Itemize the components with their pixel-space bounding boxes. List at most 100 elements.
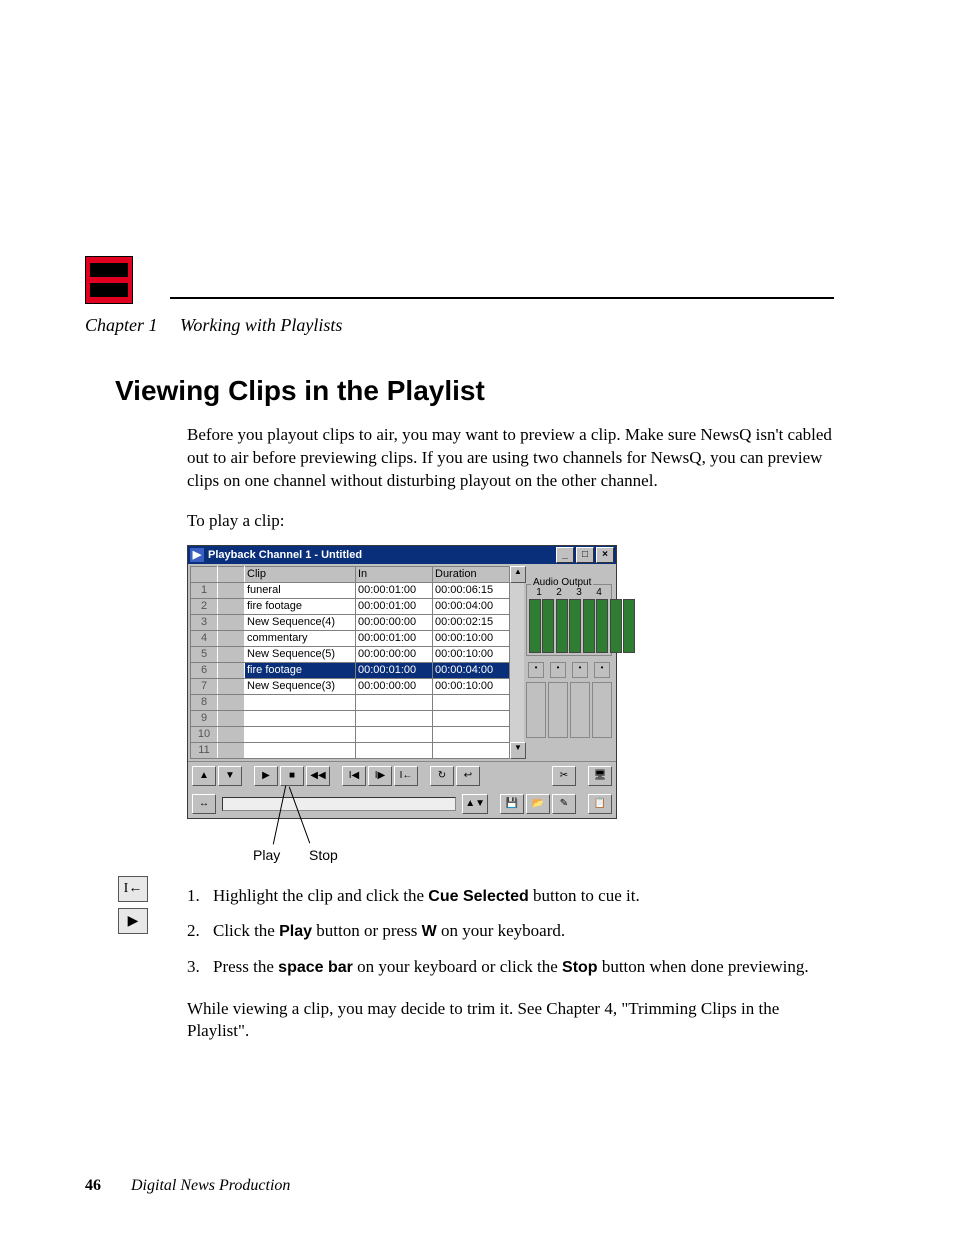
rewind-button[interactable]: ◀◀ (306, 766, 330, 786)
eq-button-3[interactable]: • (572, 662, 588, 678)
cell-dur[interactable] (433, 726, 510, 742)
cell-clip[interactable]: fire footage (245, 662, 356, 678)
cue-prev-button[interactable]: I◀ (342, 766, 366, 786)
eq-button-2[interactable]: • (550, 662, 566, 678)
cell-clip[interactable] (245, 726, 356, 742)
app-icon: ▶ (190, 548, 204, 562)
col-in[interactable]: In (356, 566, 433, 582)
cell-clip[interactable]: New Sequence(5) (245, 646, 356, 662)
table-row[interactable]: 4commentary00:00:01:0000:00:10:00 (191, 630, 510, 646)
cut-button[interactable]: ✂ (552, 766, 576, 786)
monitor-button[interactable]: 🖥 (588, 766, 612, 786)
cell-dur[interactable]: 00:00:10:00 (433, 646, 510, 662)
row-status (218, 598, 245, 614)
open-button[interactable]: 📂 (526, 794, 550, 814)
eq-button-1[interactable]: • (528, 662, 544, 678)
table-row[interactable]: 2fire footage00:00:01:0000:00:04:00 (191, 598, 510, 614)
expand-button[interactable]: ↔ (192, 794, 216, 814)
audio-sliders[interactable] (526, 682, 612, 738)
audio-ch-1: 1 (536, 587, 542, 598)
progress-bar[interactable] (222, 797, 456, 811)
cell-in[interactable]: 00:00:00:00 (356, 678, 433, 694)
cell-dur[interactable]: 00:00:04:00 (433, 598, 510, 614)
table-row[interactable]: 6fire footage00:00:01:0000:00:04:00 (191, 662, 510, 678)
bottom-bar: ↔ ▲▼ 💾 📂 ✎ 📋 (188, 790, 616, 818)
row-num: 7 (191, 678, 218, 694)
cell-clip[interactable]: New Sequence(4) (245, 614, 356, 630)
fader-2[interactable] (548, 682, 568, 738)
close-button[interactable]: × (596, 547, 614, 563)
cell-in[interactable] (356, 694, 433, 710)
col-dur[interactable]: Duration (433, 566, 510, 582)
row-num: 11 (191, 742, 218, 758)
table-row[interactable]: 9 (191, 710, 510, 726)
table-row[interactable]: 10 (191, 726, 510, 742)
cell-dur[interactable]: 00:00:04:00 (433, 662, 510, 678)
table-row[interactable]: 3New Sequence(4)00:00:00:0000:00:02:15 (191, 614, 510, 630)
chapter-label: Chapter 1 (85, 315, 158, 335)
cell-dur[interactable] (433, 694, 510, 710)
maximize-button[interactable]: □ (576, 547, 594, 563)
cell-clip[interactable]: fire footage (245, 598, 356, 614)
window-title: Playback Channel 1 - Untitled (208, 549, 362, 561)
table-row[interactable]: 7 New Sequence(3)00:00:00:0000:00:10:00 (191, 678, 510, 694)
cue-selected-button[interactable]: I← (394, 766, 418, 786)
return-button[interactable]: ↩ (456, 766, 480, 786)
cell-clip[interactable] (245, 694, 356, 710)
spinner[interactable]: ▲▼ (462, 794, 488, 814)
cell-in[interactable] (356, 710, 433, 726)
cell-in[interactable]: 00:00:01:00 (356, 598, 433, 614)
scrollbar[interactable]: ▲ ▼ (510, 566, 524, 759)
cell-in[interactable]: 00:00:01:00 (356, 630, 433, 646)
loop-button[interactable]: ↻ (430, 766, 454, 786)
cell-in[interactable] (356, 742, 433, 758)
cue-next-button[interactable]: I▶ (368, 766, 392, 786)
play-button[interactable]: ▶ (254, 766, 278, 786)
clipboard-button[interactable]: 📋 (588, 794, 612, 814)
table-row[interactable]: 5New Sequence(5)00:00:00:0000:00:10:00 (191, 646, 510, 662)
cell-in[interactable]: 00:00:01:00 (356, 582, 433, 598)
page-number: 46 (85, 1177, 101, 1194)
tool-button[interactable]: ✎ (552, 794, 576, 814)
fader-1[interactable] (526, 682, 546, 738)
row-num: 10 (191, 726, 218, 742)
audio-meters (529, 599, 609, 653)
table-row[interactable]: 8 (191, 694, 510, 710)
move-up-button[interactable]: ▲ (192, 766, 216, 786)
stop-button[interactable]: ■ (280, 766, 304, 786)
cell-dur[interactable]: 00:00:02:15 (433, 614, 510, 630)
cell-clip[interactable] (245, 742, 356, 758)
cell-in[interactable]: 00:00:00:00 (356, 646, 433, 662)
fader-3[interactable] (570, 682, 590, 738)
eq-button-4[interactable]: • (594, 662, 610, 678)
to-play-label: To play a clip: (187, 510, 834, 533)
titlebar[interactable]: ▶ Playback Channel 1 - Untitled _ □ × (188, 546, 616, 564)
cell-dur[interactable] (433, 742, 510, 758)
header-rule (170, 297, 834, 299)
cell-in[interactable]: 00:00:01:00 (356, 662, 433, 678)
fader-4[interactable] (592, 682, 612, 738)
chapter-line: Chapter 1 Working with Playlists (85, 315, 342, 336)
save-button[interactable]: 💾 (500, 794, 524, 814)
cell-clip[interactable]: New Sequence(3) (245, 678, 356, 694)
col-clip[interactable]: Clip (245, 566, 356, 582)
page-heading: Viewing Clips in the Playlist (115, 375, 834, 407)
cell-clip[interactable]: funeral (245, 582, 356, 598)
cell-in[interactable] (356, 726, 433, 742)
steps-list: Highlight the clip and click the Cue Sel… (187, 882, 834, 981)
table-row[interactable]: 1funeral00:00:01:0000:00:06:15 (191, 582, 510, 598)
audio-output-panel: Audio Output 1 2 3 4 (526, 584, 612, 656)
cell-dur[interactable]: 00:00:06:15 (433, 582, 510, 598)
cell-dur[interactable]: 00:00:10:00 (433, 630, 510, 646)
cell-dur[interactable]: 00:00:10:00 (433, 678, 510, 694)
cell-clip[interactable]: commentary (245, 630, 356, 646)
callout-play: Play (253, 847, 280, 863)
move-down-button[interactable]: ▼ (218, 766, 242, 786)
audio-ch-2: 2 (556, 587, 562, 598)
table-row[interactable]: 11 (191, 742, 510, 758)
cell-dur[interactable] (433, 710, 510, 726)
minimize-button[interactable]: _ (556, 547, 574, 563)
cell-clip[interactable] (245, 710, 356, 726)
cell-in[interactable]: 00:00:00:00 (356, 614, 433, 630)
playlist-table[interactable]: Clip In Duration 1funeral00:00:01:0000:0… (190, 566, 510, 759)
